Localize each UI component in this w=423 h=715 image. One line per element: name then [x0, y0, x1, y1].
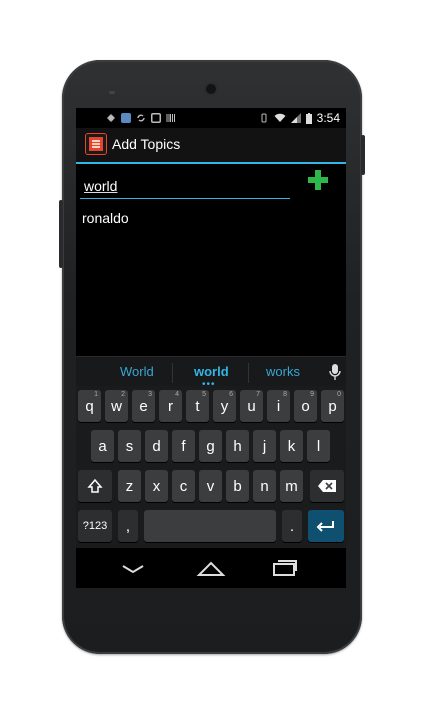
list-icon[interactable] — [86, 134, 106, 154]
key-hint: 0 — [337, 391, 341, 398]
page-title: Add Topics — [112, 136, 181, 152]
period-key[interactable]: . — [282, 510, 302, 542]
key-label: e — [139, 397, 148, 415]
recent-apps-button[interactable] — [272, 558, 300, 578]
key-a[interactable]: a — [91, 430, 114, 462]
key-label: w — [111, 397, 122, 415]
status-bar: 3:54 — [76, 108, 346, 128]
suggestion-strip: World world ••• works — [76, 356, 346, 390]
topic-input[interactable]: world — [80, 174, 290, 199]
suggestion-divider — [248, 363, 249, 383]
app-notification-icon — [121, 113, 131, 123]
topic-input-value: world — [84, 178, 118, 194]
signal-icon — [290, 113, 301, 123]
key-hint: 2 — [121, 391, 125, 398]
key-label: q — [85, 397, 94, 415]
key-label: o — [301, 397, 310, 415]
key-label: y — [220, 397, 229, 415]
back-icon — [122, 565, 144, 574]
key-label: i — [276, 397, 281, 415]
key-l[interactable]: l — [307, 430, 330, 462]
key-label: t — [195, 397, 200, 415]
suggestion-right[interactable]: works — [266, 364, 300, 379]
shift-icon — [87, 478, 103, 493]
key-v[interactable]: v — [199, 470, 222, 502]
volume-button — [59, 200, 63, 268]
debug-icon — [106, 113, 116, 123]
system-icons: 3:54 — [259, 108, 340, 128]
key-hint: 3 — [148, 391, 152, 398]
shift-key[interactable] — [78, 470, 112, 502]
key-s[interactable]: s — [118, 430, 141, 462]
vibrate-icon — [259, 113, 269, 123]
key-i[interactable]: 8i — [267, 390, 290, 422]
key-u[interactable]: 7u — [240, 390, 263, 422]
recent-apps-icon — [273, 560, 297, 576]
key-hint: 7 — [256, 391, 260, 398]
key-b[interactable]: b — [226, 470, 249, 502]
suggestion-middle[interactable]: world — [194, 364, 229, 379]
key-p[interactable]: 0p — [321, 390, 344, 422]
key-j[interactable]: j — [253, 430, 276, 462]
key-hint: 1 — [94, 391, 98, 398]
gallery-icon — [151, 113, 161, 123]
key-c[interactable]: c — [172, 470, 195, 502]
home-button[interactable] — [196, 558, 226, 578]
add-topic-button[interactable] — [306, 168, 330, 192]
wifi-icon — [274, 113, 286, 123]
key-f[interactable]: f — [172, 430, 195, 462]
microphone-icon[interactable] — [327, 363, 343, 381]
key-k[interactable]: k — [280, 430, 303, 462]
suggestion-divider — [172, 363, 173, 383]
barcode-icon — [166, 113, 176, 123]
key-q[interactable]: 1q — [78, 390, 101, 422]
key-t[interactable]: 5t — [186, 390, 209, 422]
key-hint: 5 — [202, 391, 206, 398]
battery-icon — [305, 112, 312, 124]
key-label: p — [328, 397, 337, 415]
power-button — [361, 135, 365, 175]
key-hint: 9 — [310, 391, 314, 398]
screen: 3:54 Add Topics world ronaldo World worl… — [76, 108, 346, 588]
soft-keyboard: 1q 2w 3e 4r 5t 6y 7u 8i 9o 0p a s d f g … — [76, 386, 346, 548]
plus-icon — [308, 170, 328, 190]
key-e[interactable]: 3e — [132, 390, 155, 422]
key-x[interactable]: x — [145, 470, 168, 502]
key-r[interactable]: 4r — [159, 390, 182, 422]
enter-key[interactable] — [308, 510, 344, 542]
key-label: u — [247, 397, 256, 415]
key-hint: 6 — [229, 391, 233, 398]
sync-icon — [136, 113, 146, 123]
front-camera — [206, 84, 216, 94]
key-d[interactable]: d — [145, 430, 168, 462]
key-h[interactable]: h — [226, 430, 249, 462]
backspace-icon — [318, 480, 336, 492]
topic-list-item[interactable]: ronaldo — [82, 210, 129, 226]
key-hint: 8 — [283, 391, 287, 398]
key-y[interactable]: 6y — [213, 390, 236, 422]
key-hint: 4 — [175, 391, 179, 398]
content-area: world ronaldo — [76, 164, 346, 356]
navigation-bar — [76, 548, 346, 588]
symbols-key[interactable]: ?123 — [78, 510, 112, 542]
home-icon — [196, 561, 226, 576]
backspace-key[interactable] — [310, 470, 344, 502]
key-g[interactable]: g — [199, 430, 222, 462]
key-o[interactable]: 9o — [294, 390, 317, 422]
notification-icons — [106, 108, 176, 128]
key-z[interactable]: z — [118, 470, 141, 502]
action-bar: Add Topics — [76, 128, 346, 164]
enter-icon — [316, 521, 334, 532]
key-n[interactable]: n — [253, 470, 276, 502]
back-button[interactable] — [120, 558, 146, 578]
space-bar[interactable] — [144, 510, 276, 542]
key-label: r — [168, 397, 173, 415]
comma-key[interactable]: , — [118, 510, 138, 542]
clock: 3:54 — [316, 111, 340, 125]
suggestion-left[interactable]: World — [120, 364, 154, 379]
proximity-sensor — [109, 91, 115, 94]
key-m[interactable]: m — [280, 470, 303, 502]
key-w[interactable]: 2w — [105, 390, 128, 422]
